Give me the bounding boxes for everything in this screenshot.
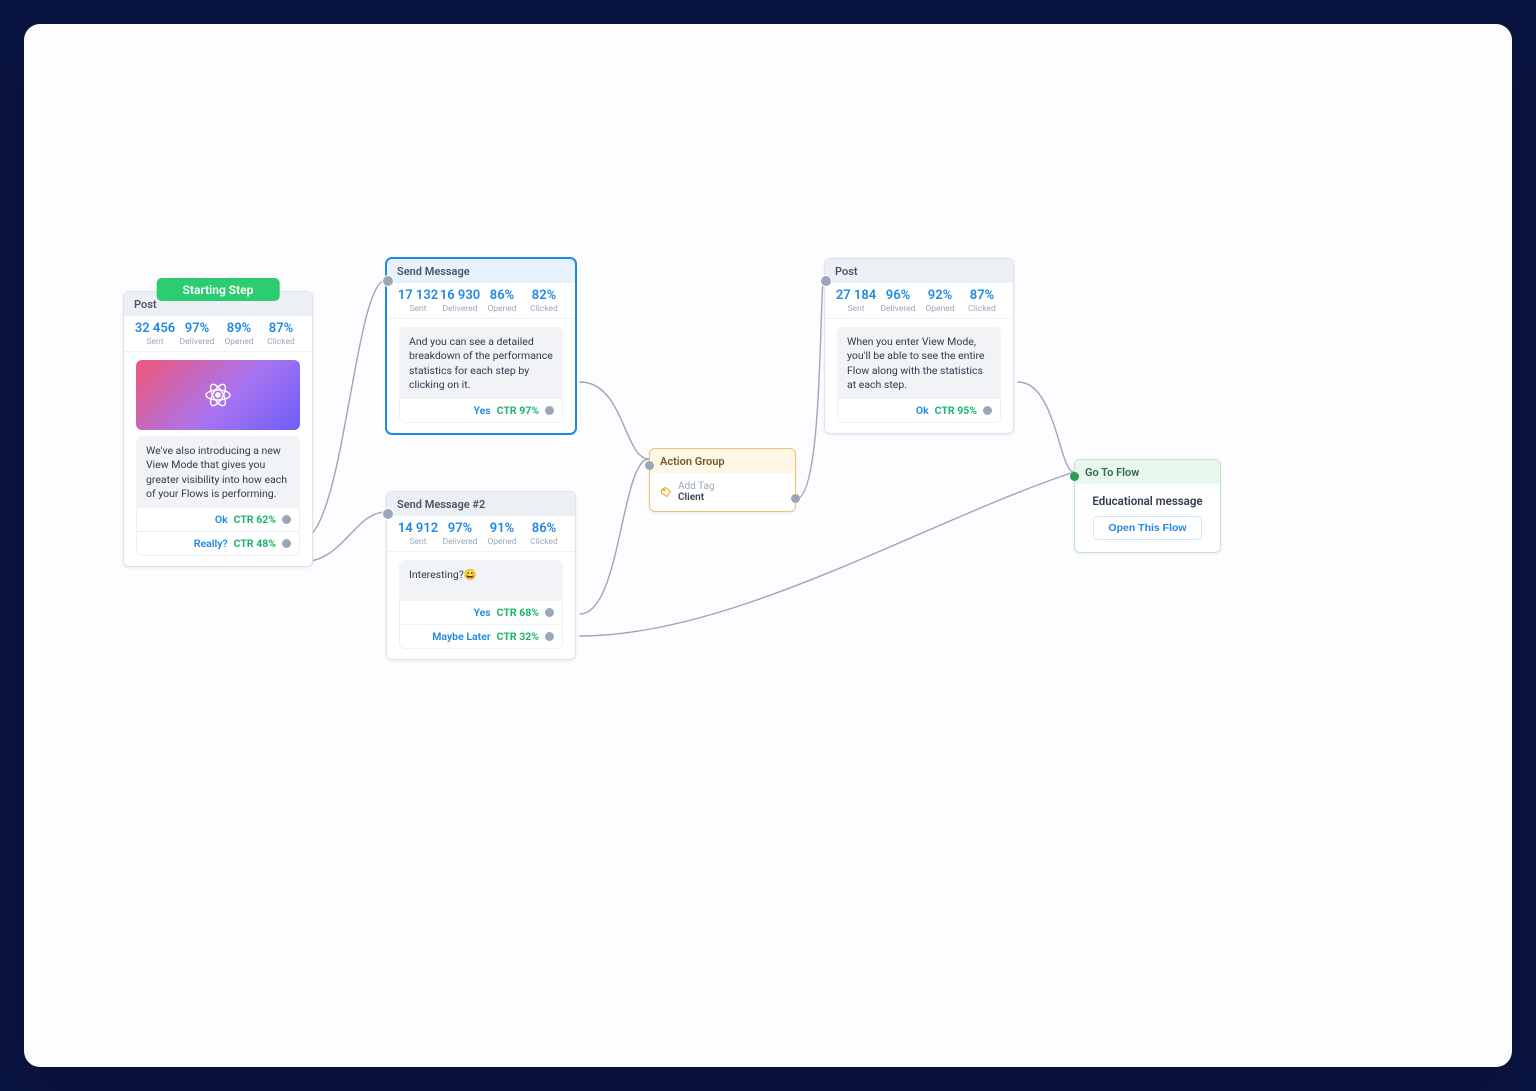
cta-yes[interactable]: Yes CTR 97% — [399, 399, 563, 423]
output-port[interactable] — [545, 632, 554, 641]
node-send-message[interactable]: Send Message 17 132Sent 16 930Delivered … — [386, 258, 576, 434]
input-port[interactable] — [382, 508, 394, 520]
cta-ok[interactable]: Ok CTR 95% — [837, 399, 1001, 423]
cta-ok[interactable]: Ok CTR 62% — [136, 508, 300, 532]
output-port[interactable] — [983, 406, 992, 415]
node-post-view-mode[interactable]: Post 27 184Sent 96%Delivered 92%Opened 8… — [824, 258, 1014, 434]
stats-row: 14 912Sent 97%Delivered 91%Opened 86%Cli… — [387, 516, 575, 552]
input-port[interactable] — [1070, 472, 1079, 481]
input-port[interactable] — [382, 275, 394, 287]
message-text: When you enter View Mode, you'll be able… — [837, 327, 1001, 399]
stats-row: 27 184Sent 96%Delivered 92%Opened 87%Cli… — [825, 283, 1013, 319]
input-port[interactable] — [645, 461, 654, 470]
flow-canvas[interactable]: Starting Step Post 32 456Sent 97%Deliver… — [24, 24, 1512, 1067]
output-port[interactable] — [282, 515, 291, 524]
message-text: Interesting?😀 — [399, 560, 563, 601]
node-action-group[interactable]: Action Group Add Tag Client — [649, 448, 796, 512]
cta-maybe-later[interactable]: Maybe Later CTR 32% — [399, 625, 563, 649]
output-port[interactable] — [545, 608, 554, 617]
output-port[interactable] — [545, 406, 554, 415]
message-text: We've also introducing a new View Mode t… — [136, 436, 300, 508]
node-send-message-2[interactable]: Send Message #2 14 912Sent 97%Delivered … — [386, 491, 576, 660]
node-title: Post — [825, 259, 1013, 283]
node-post-start[interactable]: Starting Step Post 32 456Sent 97%Deliver… — [123, 291, 313, 567]
node-go-to-flow[interactable]: Go To Flow Educational message Open This… — [1074, 459, 1221, 553]
cta-really[interactable]: Really? CTR 48% — [136, 532, 300, 556]
message-text: And you can see a detailed breakdown of … — [399, 327, 563, 399]
cta-yes[interactable]: Yes CTR 68% — [399, 601, 563, 625]
action-add-tag: Add Tag Client — [650, 473, 795, 511]
goto-flow-name: Educational message — [1087, 494, 1208, 508]
input-port[interactable] — [820, 275, 832, 287]
starting-step-badge: Starting Step — [157, 278, 280, 301]
open-this-flow-button[interactable]: Open This Flow — [1093, 516, 1201, 540]
stats-row: 32 456Sent 97%Delivered 89%Opened 87%Cli… — [124, 316, 312, 352]
node-title: Action Group — [650, 449, 795, 473]
node-title: Send Message #2 — [387, 492, 575, 516]
node-title: Go To Flow — [1075, 460, 1220, 484]
stats-row: 17 132Sent 16 930Delivered 86%Opened 82%… — [387, 283, 575, 319]
output-port[interactable] — [791, 494, 800, 503]
atom-icon — [202, 379, 234, 411]
output-port[interactable] — [282, 539, 291, 548]
gradient-media-card — [136, 360, 300, 430]
node-title: Send Message — [387, 259, 575, 283]
tag-icon — [660, 486, 672, 498]
